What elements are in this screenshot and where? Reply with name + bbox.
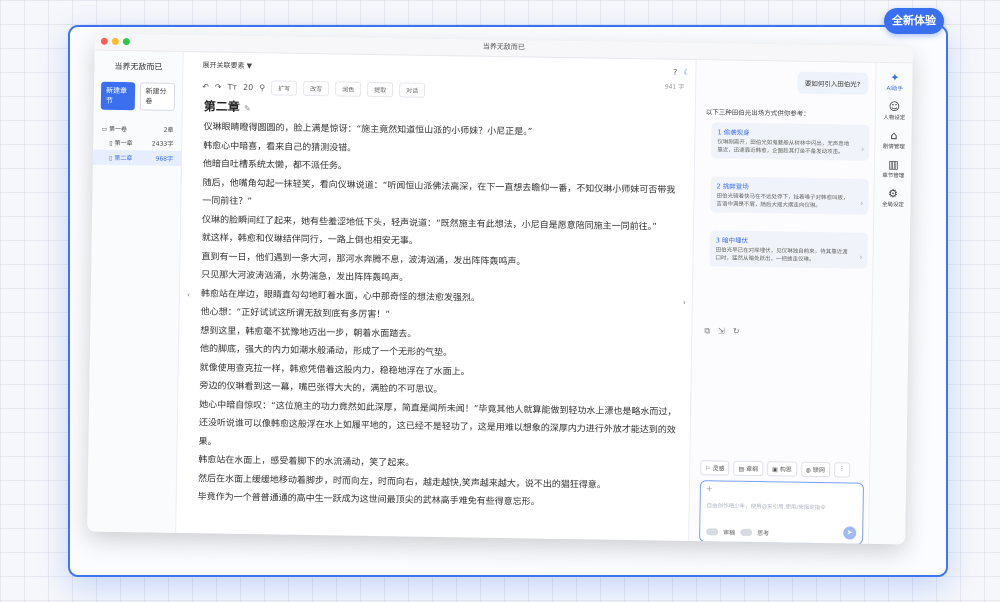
web-chip[interactable]: ◍ 联网 — [800, 461, 831, 478]
more-options-icon[interactable]: ⋮ — [833, 462, 851, 478]
chapter-title[interactable]: 第二章 ✎ — [204, 97, 251, 115]
chapter-name: 第一章 — [114, 139, 133, 148]
chapter-count: 968字 — [155, 155, 174, 163]
font-size-icon[interactable]: Tт — [227, 83, 237, 92]
people-icon: ☺ — [888, 100, 901, 114]
suggestion-card[interactable]: 2 挑衅登场 田伯光骑着快马在不远处停下，扯着嗓子对韩愈叫板，言语中满是不屑，随… — [710, 176, 869, 215]
bulb-icon: ⚐ — [705, 465, 711, 473]
refresh-icon[interactable]: ↻ — [733, 327, 740, 337]
suggestion-card[interactable]: 3 暗中埋伏 田伯光早已在对岸埋伏，见仪琳独自前来，待其靠近渡口时，猛然从暗处跃… — [709, 230, 868, 269]
dark-mode-icon[interactable]: ☾ — [683, 68, 690, 77]
chapter-tree: ▭ 第一卷 2章 ▯ 第一章 2433字 ▯ 第二章 968字 — [92, 122, 182, 166]
undo-icon[interactable]: ↶ — [202, 82, 209, 91]
folder-icon: ▭ — [101, 125, 108, 133]
editor-pane: 展开关联要素 ▼ ? ☾ 941 字 ↶ ↷ Tт 20 ⚲ 扩写 改写 润色 … — [177, 52, 694, 541]
gear-icon: ⚙ — [888, 187, 899, 201]
chapter-sidebar: 当养无敌而已 新建章节 新建分卷 ▭ 第一卷 2章 ▯ 第一章 2433字 ▯ … — [87, 50, 184, 533]
rewrite-button[interactable]: 改写 — [303, 80, 330, 97]
concept-icon: ▣ — [772, 466, 778, 474]
edit-pencil-icon[interactable]: ✎ — [244, 104, 251, 113]
sidebar-item-plot[interactable]: ⌂ 剧情管理 — [875, 129, 912, 151]
chapter-item[interactable]: ▯ 第一章 2433字 — [93, 135, 181, 151]
chapter-count: 2433字 — [151, 140, 174, 148]
document-icon: ▯ — [109, 139, 113, 147]
add-attachment-icon[interactable]: + — [706, 484, 713, 493]
review-toggle[interactable] — [706, 528, 719, 536]
expand-write-button[interactable]: 扩写 — [271, 80, 298, 96]
polish-button[interactable]: 润色 — [335, 81, 362, 97]
chapter-content[interactable]: 仪琳眼睛瞪得圆圆的，脸上满是惊讶：“施主竟然知道恒山派的小师妹？小尼正是。” 韩… — [198, 118, 684, 514]
copy-icon[interactable]: ⧉ — [704, 326, 710, 336]
bookmark-icon: ⌂ — [890, 129, 898, 143]
mode-chips: ⚐ 灵感 ▤ 章纲 ▣ 构思 ◍ 联网 ⋮ — [700, 460, 851, 478]
chevron-right-icon: › — [860, 144, 865, 154]
suggestion-title: 3 暗中埋伏 — [715, 236, 749, 245]
paragraph: 她心中暗自惊叹：“这位施主的功力竟然如此深厚，简直是闻所未闻！”毕竟其他人就算能… — [198, 399, 677, 448]
expand-related-toggle[interactable]: 展开关联要素 ▼ — [202, 60, 252, 71]
chat-input-placeholder: 自由创作吧少年，使用@来引用,使用/来指定指令 — [706, 503, 826, 512]
suggestion-desc: 田伯光早已在对岸埋伏，见仪琳独自前来，待其靠近渡口时，猛然从暗处跃出，一把掳走仪… — [715, 247, 848, 263]
assistant-intro: 以下三种田伯光出场方式供你参考： — [705, 108, 810, 118]
ai-assistant-panel: 要如何引入田伯光? 以下三种田伯光出场方式供你参考： 1 偷袭现身 仪琳刚离开，… — [688, 60, 877, 545]
sidebar-item-characters[interactable]: ☺ 人物设定 — [876, 100, 913, 122]
concept-chip[interactable]: ▣ 构思 — [767, 461, 797, 477]
document-icon: ▯ — [108, 154, 113, 162]
volume-name: 第一卷 — [108, 125, 128, 134]
globe-icon: ◍ — [805, 466, 812, 474]
chevron-right-icon: › — [860, 198, 864, 208]
sidebar-item-global-settings[interactable]: ⚙ 全局设定 — [874, 187, 911, 209]
suggestion-title: 1 偷袭现身 — [717, 128, 750, 137]
sidebar-item-ai-assistant[interactable]: ✦ AI助手 — [876, 71, 913, 93]
chapter-item-active[interactable]: ▯ 第二章 968字 — [92, 149, 182, 166]
review-label: 审稿 — [723, 529, 736, 537]
suggestion-desc: 仪琳刚离开，田伯光如鬼魅般从树林中闪出，无声息地靠近，迅速靠近韩愈，企图趁其打坐… — [717, 139, 850, 156]
outline-chip[interactable]: ▤ 章纲 — [733, 460, 764, 477]
new-experience-badge: 全新体验 — [884, 8, 944, 34]
tool-sidebar: ✦ AI助手 ☺ 人物设定 ⌂ 剧情管理 ▥ 章节管理 ⚙ 全局设定 — [868, 62, 913, 545]
extract-button[interactable]: 提取 — [367, 81, 394, 98]
redo-icon[interactable]: ↷ — [215, 82, 222, 91]
collapse-right-icon[interactable]: › — [683, 298, 686, 307]
font-size-value[interactable]: 20 — [243, 83, 253, 92]
suggestion-desc: 田伯光骑着快马在不远处停下，扯着嗓子对韩愈叫板，言语中满是不屑，随后大摇大摆走向… — [716, 193, 849, 210]
inspiration-chip[interactable]: ⚐ 灵感 — [700, 460, 730, 476]
dialogue-button[interactable]: 对话 — [399, 82, 426, 98]
think-label: 思考 — [757, 530, 770, 538]
word-count: 941 字 — [664, 83, 685, 91]
help-icon[interactable]: ? — [673, 68, 677, 77]
sparkle-icon: ✦ — [890, 71, 900, 85]
sidebar-item-chapters[interactable]: ▥ 章节管理 — [875, 158, 912, 180]
insert-icon[interactable]: ⇲ — [718, 326, 725, 336]
new-chapter-button[interactable]: 新建章节 — [100, 81, 135, 111]
app-window: 当养无敌而已 当养无敌而已 新建章节 新建分卷 ▭ 第一卷 2章 ▯ 第一章 2… — [87, 33, 913, 545]
new-volume-button[interactable]: 新建分卷 — [139, 82, 176, 111]
chevron-right-icon: › — [859, 252, 863, 262]
panel-icon: ▥ — [888, 158, 899, 172]
suggestion-card[interactable]: 1 偷袭现身 仪琳刚离开，田伯光如鬼魅般从树林中闪出，无声息地靠近，迅速靠近韩愈… — [711, 122, 870, 161]
editor-toolbar: ↶ ↷ Tт 20 ⚲ 扩写 改写 润色 提取 对话 — [202, 79, 426, 98]
volume-count: 2章 — [163, 126, 174, 134]
suggestion-title: 2 挑衅登场 — [716, 182, 749, 191]
chat-input[interactable]: + 自由创作吧少年，使用@来引用,使用/来指定指令 审稿 思考 ➤ — [699, 480, 865, 545]
user-question-bubble: 要如何引入田伯光? — [796, 71, 869, 95]
outline-icon: ▤ — [738, 465, 745, 473]
think-toggle[interactable] — [740, 528, 753, 536]
chapter-name: 第二章 — [114, 154, 133, 163]
format-painter-icon[interactable]: ⚲ — [259, 83, 265, 92]
